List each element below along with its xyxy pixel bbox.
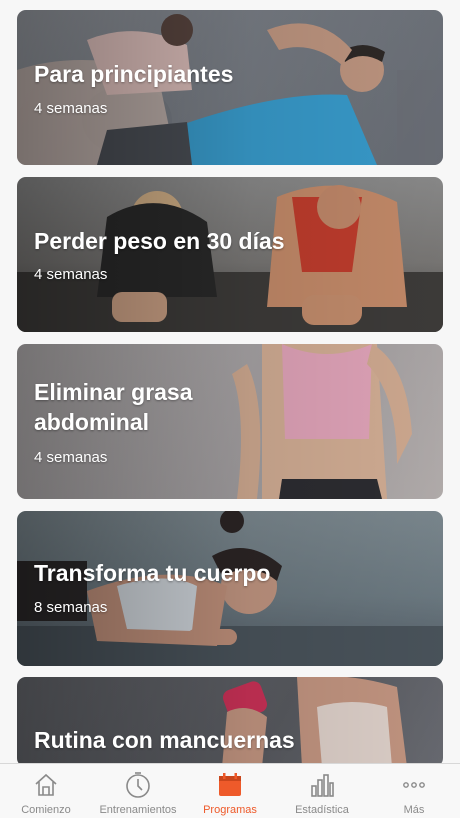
more-icon <box>399 770 429 800</box>
tab-mas[interactable]: Más <box>368 764 460 818</box>
program-title: Para principiantes <box>34 61 234 87</box>
tab-label: Entrenamientos <box>99 804 177 816</box>
program-card-mancuernas[interactable]: Rutina con mancuernas <box>17 677 443 767</box>
program-card-principiantes[interactable]: Para principiantes 4 semanas <box>17 10 443 165</box>
tab-label: Más <box>403 804 425 816</box>
stopwatch-icon <box>123 770 153 800</box>
tab-label: Estadística <box>295 804 349 816</box>
program-title: Eliminar grasa abdominal <box>34 379 193 435</box>
program-card-perder-peso[interactable]: Perder peso en 30 días 4 semanas <box>17 177 443 332</box>
home-icon <box>31 770 61 800</box>
program-duration: 4 semanas <box>34 266 108 283</box>
bottom-tab-bar: Comienzo Entrenamientos Programas Estadí… <box>0 763 460 818</box>
tab-comienzo[interactable]: Comienzo <box>0 764 92 818</box>
bar-chart-icon <box>307 770 337 800</box>
program-duration: 4 semanas <box>34 449 108 466</box>
program-duration: 4 semanas <box>34 100 108 117</box>
program-title: Perder peso en 30 días <box>34 228 285 254</box>
program-card-grasa-abdominal[interactable]: Eliminar grasa abdominal 4 semanas <box>17 344 443 499</box>
programs-screen: Para principiantes 4 semanas Perder peso… <box>0 0 460 818</box>
calendar-icon <box>215 770 245 800</box>
tab-estadistica[interactable]: Estadística <box>276 764 368 818</box>
program-title: Transforma tu cuerpo <box>34 560 271 586</box>
program-title: Rutina con mancuernas <box>34 727 295 753</box>
program-card-transforma[interactable]: Transforma tu cuerpo 8 semanas <box>17 511 443 666</box>
tab-entrenamientos[interactable]: Entrenamientos <box>92 764 184 818</box>
card-overlay <box>17 511 443 666</box>
tab-label: Programas <box>203 804 257 816</box>
tab-programas[interactable]: Programas <box>184 764 276 818</box>
tab-label: Comienzo <box>21 804 71 816</box>
program-duration: 8 semanas <box>34 599 108 616</box>
